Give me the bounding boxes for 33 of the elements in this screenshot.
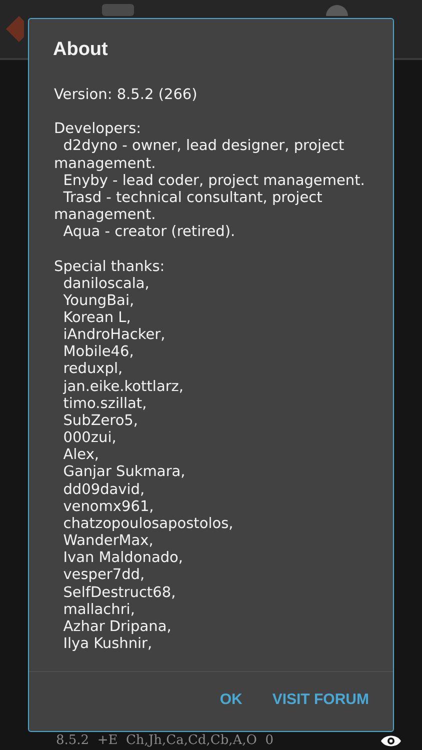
developer-entry: d2dyno - owner, lead designer, project management.: [54, 138, 346, 173]
dialog-title: About: [52, 38, 109, 59]
contributor-name: chatzopoulosapostolos,: [62, 516, 234, 534]
contributor-name: WanderMax,: [62, 533, 154, 550]
contributor-name: Ilya Kushnir,: [62, 636, 154, 654]
contributor-name: SelfDestruct68,: [62, 584, 177, 602]
section-heading: Special thanks:: [54, 258, 166, 276]
contributor-name: dd09david,: [62, 482, 146, 499]
ok-button[interactable]: OK: [210, 683, 252, 716]
contributor-name: 000zui,: [62, 430, 118, 448]
version-text: Version: 8.5.2 (266): [54, 87, 198, 104]
developer-entry: Trasd - technical consultant, project management.: [54, 190, 324, 224]
contributor-name: YoungBai,: [62, 292, 136, 310]
developer-entry: Aqua - creator (retired).: [62, 224, 236, 242]
contributor-name: reduxpl,: [62, 361, 124, 379]
contributor-name: venomx961,: [62, 498, 155, 516]
contributor-name: Ivan Maldonado,: [62, 550, 184, 568]
contributor-name: Ganjar Sukmara,: [62, 464, 186, 482]
contributor-name: Azhar Dripana,: [62, 618, 172, 636]
contributor-name: Korean L,: [62, 310, 132, 328]
contributor-name: iAndroHacker,: [62, 327, 166, 344]
contributor-name: vesper7dd,: [62, 567, 146, 584]
contributor-name: Alex,: [62, 447, 100, 464]
contributor-name: SubZero5,: [62, 412, 140, 430]
contributor-name: timo.szillat,: [62, 396, 148, 413]
visit-forum-button[interactable]: VISIT FORUM: [262, 683, 379, 716]
developer-entry: Enyby - lead coder, project management.: [62, 172, 366, 190]
contributor-name: mallachri,: [62, 602, 136, 619]
contributor-name: Mobile46,: [62, 344, 135, 362]
contributor-name: jan.eike.kottlarz,: [62, 378, 185, 396]
status-text: 8.5.2 +E Ch,Jh,Ca,Cd,Cb,A,O 0: [56, 732, 274, 750]
section-heading: Developers:: [54, 121, 142, 138]
contributor-name: daniloscala,: [62, 276, 150, 293]
